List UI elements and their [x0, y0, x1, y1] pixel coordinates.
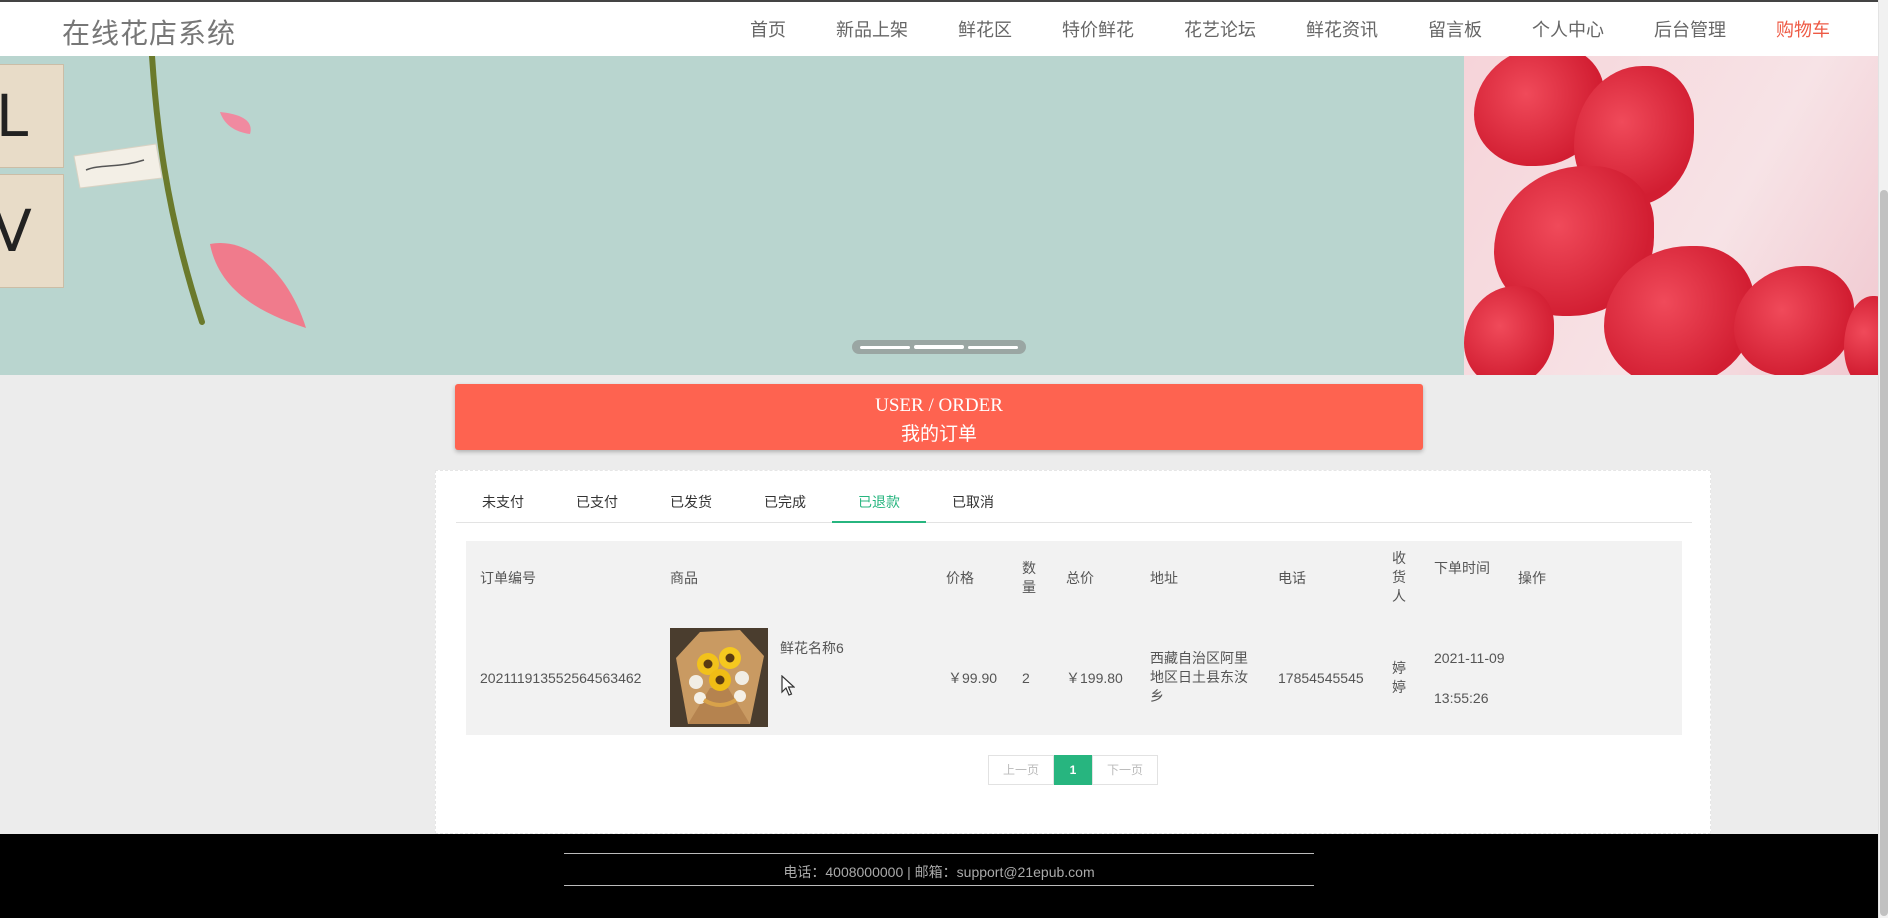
- site-logo[interactable]: 在线花店系统: [62, 12, 236, 52]
- col-header-order-time: 下单时间: [1434, 560, 1490, 576]
- nav-floral-forum[interactable]: 花艺论坛: [1184, 16, 1256, 42]
- page-1-button[interactable]: 1: [1054, 755, 1092, 785]
- tab-paid[interactable]: 已支付: [550, 471, 644, 523]
- cell-phone: 17854545545: [1278, 670, 1364, 686]
- footer-divider: [564, 853, 1314, 854]
- nav-user-center[interactable]: 个人中心: [1532, 16, 1604, 42]
- nav-flower-zone[interactable]: 鲜花区: [958, 16, 1012, 42]
- letter-tile: L: [0, 64, 64, 168]
- cell-qty: 2: [1022, 670, 1030, 686]
- main-nav: 首页 新品上架 鲜花区 特价鲜花 花艺论坛 鲜花资讯 留言板 个人中心 后台管理…: [700, 2, 1830, 56]
- footer-divider: [564, 885, 1314, 886]
- carousel-dot-3[interactable]: [968, 345, 1018, 349]
- order-table: 订单编号 商品 价格 数量 总价 地址 电话 收货人 下单时间 操作 20211…: [466, 541, 1682, 735]
- tile-letter: L: [0, 82, 29, 150]
- goods-thumbnail[interactable]: [670, 628, 768, 727]
- rose-petals-image: [1464, 56, 1878, 375]
- cell-address: 西藏自治区阿里地区日土县东汝乡: [1150, 650, 1248, 704]
- col-header-total: 总价: [1066, 570, 1094, 586]
- footer-contact: 电话：4008000000 | 邮箱：support@21epub.com: [783, 864, 1095, 880]
- nav-message-board[interactable]: 留言板: [1428, 16, 1482, 42]
- next-page-button[interactable]: 下一页: [1092, 755, 1158, 785]
- col-header-receiver: 收货人: [1392, 550, 1406, 604]
- nav-home[interactable]: 首页: [750, 16, 786, 42]
- col-header-order-no: 订单编号: [480, 570, 536, 586]
- hero-banner-carousel[interactable]: L V: [0, 56, 1878, 375]
- tile-letter: V: [0, 197, 32, 265]
- cell-price: ￥99.90: [948, 670, 998, 686]
- tab-completed[interactable]: 已完成: [738, 471, 832, 523]
- cell-goods-name[interactable]: 鲜花名称6: [780, 639, 844, 658]
- pagination: 上一页 1 下一页: [988, 755, 1158, 785]
- title-english: USER / ORDER: [875, 395, 1003, 416]
- nav-flower-news[interactable]: 鲜花资讯: [1306, 16, 1378, 42]
- order-status-tabs: 未支付 已支付 已发货 已完成 已退款 已取消: [456, 471, 1692, 523]
- page-viewport: 在线花店系统 首页 新品上架 鲜花区 特价鲜花 花艺论坛 鲜花资讯 留言板 个人…: [0, 0, 1878, 918]
- letter-tile: V: [0, 174, 64, 288]
- col-header-action: 操作: [1518, 570, 1546, 586]
- rose-petal: [1464, 286, 1554, 375]
- tab-unpaid[interactable]: 未支付: [456, 471, 550, 523]
- rose-petal: [1734, 266, 1854, 375]
- carousel-indicators: [852, 340, 1026, 354]
- cell-total: ￥199.80: [1066, 670, 1123, 686]
- cell-order-no: 202111913552564563462: [480, 670, 642, 686]
- mouse-pointer-icon: [781, 675, 795, 696]
- nav-admin[interactable]: 后台管理: [1654, 16, 1726, 42]
- tab-cancelled[interactable]: 已取消: [926, 471, 1020, 523]
- nav-cart[interactable]: 购物车: [1776, 16, 1830, 42]
- cell-order-clock: 13:55:26: [1434, 690, 1489, 706]
- col-header-address: 地址: [1150, 570, 1178, 586]
- carousel-dot-1[interactable]: [860, 345, 910, 349]
- col-header-phone: 电话: [1278, 570, 1306, 586]
- col-header-qty: 数量: [1022, 560, 1036, 595]
- pink-petal-graphic: [210, 242, 306, 328]
- nav-new-arrivals[interactable]: 新品上架: [836, 16, 908, 42]
- top-header: 在线花店系统 首页 新品上架 鲜花区 特价鲜花 花艺论坛 鲜花资讯 留言板 个人…: [0, 0, 1878, 56]
- col-header-price: 价格: [946, 570, 974, 586]
- site-footer: 电话：4008000000 | 邮箱：support@21epub.com: [0, 834, 1878, 918]
- page-scrollbar[interactable]: [1878, 0, 1888, 918]
- pink-petal-graphic: [220, 112, 251, 134]
- nav-special-offers[interactable]: 特价鲜花: [1062, 16, 1134, 42]
- paper-tag-graphic: [73, 143, 163, 189]
- prev-page-button[interactable]: 上一页: [988, 755, 1054, 785]
- cell-receiver: 婷婷: [1392, 660, 1406, 695]
- col-header-goods: 商品: [670, 570, 698, 586]
- order-section-title: USER / ORDER 我的订单: [455, 384, 1423, 450]
- tab-refunded[interactable]: 已退款: [832, 471, 926, 523]
- scrollbar-thumb[interactable]: [1880, 190, 1888, 916]
- title-chinese: 我的订单: [900, 424, 977, 445]
- sunflower-bouquet-image: [670, 628, 768, 727]
- cell-order-date: 2021-11-09: [1434, 650, 1505, 666]
- carousel-dot-2[interactable]: [914, 345, 964, 349]
- tab-shipped[interactable]: 已发货: [644, 471, 738, 523]
